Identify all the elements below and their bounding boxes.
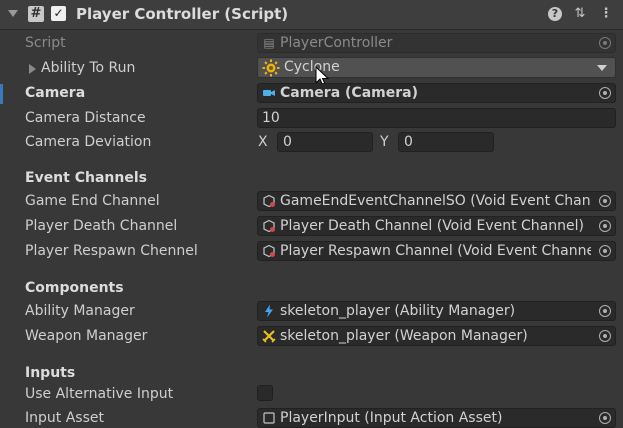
player-death-channel-field[interactable]: Player Death Channel (Void Event Channel… xyxy=(257,216,616,236)
scriptable-object-icon xyxy=(263,194,275,208)
player-respawn-picker-icon[interactable] xyxy=(599,245,611,257)
scriptable-object-icon xyxy=(263,219,275,233)
scriptable-object-icon xyxy=(263,244,275,258)
components-header: Components xyxy=(25,280,124,296)
help-icon[interactable]: ? xyxy=(548,7,562,21)
player-death-channel-label: Player Death Channel xyxy=(25,218,178,234)
deviation-x-input[interactable]: 0 xyxy=(277,132,373,152)
camera-icon xyxy=(263,90,275,96)
ability-sun-icon xyxy=(262,59,280,77)
camera-label: Camera xyxy=(25,85,86,101)
ability-foldout-arrow-icon[interactable] xyxy=(29,64,36,74)
ability-to-run-label: Ability To Run xyxy=(41,60,136,76)
deviation-y-label: Y xyxy=(380,134,389,150)
game-end-channel-field[interactable]: GameEndEventChannelSO (Void Event Chan xyxy=(257,191,616,211)
more-options-icon[interactable]: ⋮ xyxy=(598,6,614,22)
ability-manager-field[interactable]: skeleton_player (Ability Manager) xyxy=(257,301,616,321)
ability-to-run-dropdown[interactable]: Cyclone xyxy=(257,57,616,78)
weapon-manager-label: Weapon Manager xyxy=(25,328,148,344)
script-file-icon: ▤ xyxy=(263,36,275,50)
ability-manager-value: skeleton_player (Ability Manager) xyxy=(280,303,516,319)
crossed-swords-icon xyxy=(262,330,276,343)
deviation-y-input[interactable]: 0 xyxy=(398,132,494,152)
player-respawn-channel-label: Player Respawn Chennel xyxy=(25,243,198,259)
input-asset-value: PlayerInput (Input Action Asset) xyxy=(280,410,503,426)
camera-deviation-label: Camera Deviation xyxy=(25,134,152,150)
event-channels-header: Event Channels xyxy=(25,170,147,186)
ability-to-run-value: Cyclone xyxy=(284,59,340,75)
component-header: # ✓ Player Controller (Script) ? ⇅ ⋮ xyxy=(0,0,623,30)
camera-picker-icon[interactable] xyxy=(599,87,611,99)
script-icon: # xyxy=(28,6,44,22)
script-value: PlayerController xyxy=(280,35,393,51)
component-title: Player Controller (Script) xyxy=(76,5,289,23)
input-asset-picker-icon[interactable] xyxy=(599,412,611,424)
player-death-channel-value: Player Death Channel (Void Event Channel… xyxy=(280,218,584,234)
camera-distance-input[interactable]: 10 xyxy=(257,108,616,128)
weapon-manager-field[interactable]: skeleton_player (Weapon Manager) xyxy=(257,326,616,346)
preset-icon[interactable]: ⇅ xyxy=(572,6,588,22)
player-death-picker-icon[interactable] xyxy=(599,220,611,232)
game-end-picker-icon[interactable] xyxy=(599,195,611,207)
input-asset-field[interactable]: PlayerInput (Input Action Asset) xyxy=(257,408,616,428)
player-respawn-channel-value: Player Respawn Channel (Void Event Chann… xyxy=(280,243,591,259)
enable-checkbox[interactable]: ✓ xyxy=(51,6,66,21)
use-alternative-input-checkbox[interactable] xyxy=(257,385,273,401)
collapse-arrow-icon[interactable] xyxy=(8,10,18,17)
camera-field[interactable]: Camera (Camera) xyxy=(257,83,616,103)
inputs-header: Inputs xyxy=(25,365,76,381)
object-picker-icon xyxy=(599,37,611,49)
deviation-x-label: X xyxy=(258,134,268,150)
player-respawn-channel-field[interactable]: Player Respawn Channel (Void Event Chann… xyxy=(257,241,616,261)
input-asset-label: Input Asset xyxy=(25,410,104,426)
selection-indicator xyxy=(0,84,3,104)
ability-manager-label: Ability Manager xyxy=(25,303,135,319)
input-asset-icon xyxy=(263,412,275,424)
game-end-channel-label: Game End Channel xyxy=(25,193,160,209)
camera-distance-label: Camera Distance xyxy=(25,110,146,126)
camera-value: Camera (Camera) xyxy=(280,85,418,101)
dropdown-caret-icon xyxy=(597,65,607,71)
script-label: Script xyxy=(25,35,66,51)
game-end-channel-value: GameEndEventChannelSO (Void Event Chan xyxy=(280,193,591,209)
use-alternative-input-label: Use Alternative Input xyxy=(25,386,174,402)
lightning-icon xyxy=(265,304,273,318)
weapon-manager-value: skeleton_player (Weapon Manager) xyxy=(280,328,528,344)
weapon-manager-picker-icon[interactable] xyxy=(599,330,611,342)
ability-manager-picker-icon[interactable] xyxy=(599,305,611,317)
script-field: ▤ PlayerController xyxy=(257,33,616,53)
